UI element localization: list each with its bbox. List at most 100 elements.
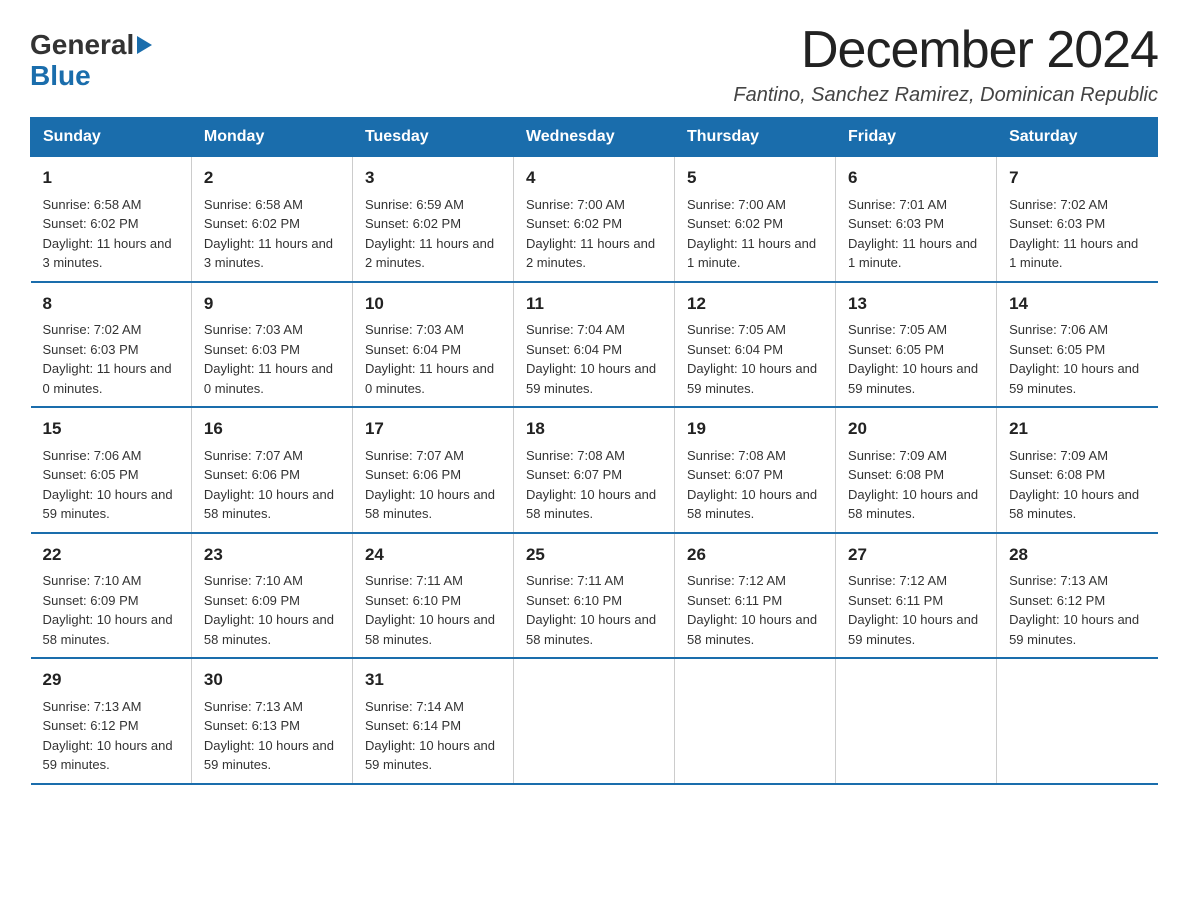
- day-info: Sunrise: 7:06 AMSunset: 6:05 PMDaylight:…: [43, 446, 179, 524]
- calendar-cell: 9 Sunrise: 7:03 AMSunset: 6:03 PMDaylight…: [191, 282, 352, 408]
- header-wednesday: Wednesday: [513, 118, 674, 157]
- calendar-cell: [997, 658, 1158, 784]
- day-info: Sunrise: 6:59 AMSunset: 6:02 PMDaylight:…: [365, 195, 501, 273]
- day-info: Sunrise: 7:03 AMSunset: 6:03 PMDaylight:…: [204, 320, 340, 398]
- day-number: 20: [848, 416, 984, 442]
- calendar-cell: 7 Sunrise: 7:02 AMSunset: 6:03 PMDaylight…: [997, 157, 1158, 282]
- calendar-cell: 30Sunrise: 7:13 AMSunset: 6:13 PMDayligh…: [191, 658, 352, 784]
- day-number: 7: [1009, 165, 1145, 191]
- location-subtitle: Fantino, Sanchez Ramirez, Dominican Repu…: [733, 84, 1158, 107]
- calendar-body: 1 Sunrise: 6:58 AMSunset: 6:02 PMDaylight…: [31, 157, 1158, 784]
- calendar-cell: 27 Sunrise: 7:12 AMSunset: 6:11 PMDayligh…: [836, 533, 997, 659]
- day-info: Sunrise: 7:10 AMSunset: 6:09 PMDaylight:…: [43, 571, 179, 649]
- calendar-cell: 2 Sunrise: 6:58 AMSunset: 6:02 PMDaylight…: [191, 157, 352, 282]
- header-monday: Monday: [191, 118, 352, 157]
- day-info: Sunrise: 7:12 AMSunset: 6:11 PMDaylight:…: [687, 571, 823, 649]
- day-number: 14: [1009, 291, 1145, 317]
- day-number: 9: [204, 291, 340, 317]
- calendar-cell: 20 Sunrise: 7:09 AMSunset: 6:08 PMDayligh…: [836, 407, 997, 533]
- calendar-cell: 14 Sunrise: 7:06 AMSunset: 6:05 PMDayligh…: [997, 282, 1158, 408]
- day-number: 27: [848, 542, 984, 568]
- day-info: Sunrise: 7:12 AMSunset: 6:11 PMDaylight:…: [848, 571, 984, 649]
- calendar-cell: 3 Sunrise: 6:59 AMSunset: 6:02 PMDaylight…: [352, 157, 513, 282]
- week-row-3: 15 Sunrise: 7:06 AMSunset: 6:05 PMDayligh…: [31, 407, 1158, 533]
- week-row-1: 1 Sunrise: 6:58 AMSunset: 6:02 PMDaylight…: [31, 157, 1158, 282]
- day-number: 3: [365, 165, 501, 191]
- calendar-cell: 31Sunrise: 7:14 AMSunset: 6:14 PMDayligh…: [352, 658, 513, 784]
- day-info: Sunrise: 7:07 AMSunset: 6:06 PMDaylight:…: [204, 446, 340, 524]
- calendar-cell: 10 Sunrise: 7:03 AMSunset: 6:04 PMDayligh…: [352, 282, 513, 408]
- calendar-cell: 17 Sunrise: 7:07 AMSunset: 6:06 PMDayligh…: [352, 407, 513, 533]
- calendar-cell: 12 Sunrise: 7:05 AMSunset: 6:04 PMDayligh…: [675, 282, 836, 408]
- week-row-4: 22 Sunrise: 7:10 AMSunset: 6:09 PMDayligh…: [31, 533, 1158, 659]
- day-info: Sunrise: 7:11 AMSunset: 6:10 PMDaylight:…: [365, 571, 501, 649]
- calendar-cell: 26Sunrise: 7:12 AMSunset: 6:11 PMDayligh…: [675, 533, 836, 659]
- week-row-2: 8Sunrise: 7:02 AMSunset: 6:03 PMDaylight…: [31, 282, 1158, 408]
- header-tuesday: Tuesday: [352, 118, 513, 157]
- calendar-cell: 24Sunrise: 7:11 AMSunset: 6:10 PMDayligh…: [352, 533, 513, 659]
- header-saturday: Saturday: [997, 118, 1158, 157]
- day-number: 6: [848, 165, 984, 191]
- day-number: 31: [365, 667, 501, 693]
- page-header: General Blue December 2024 Fantino, Sanc…: [30, 20, 1158, 107]
- calendar-cell: 15 Sunrise: 7:06 AMSunset: 6:05 PMDayligh…: [31, 407, 192, 533]
- header-row: Sunday Monday Tuesday Wednesday Thursday…: [31, 118, 1158, 157]
- day-info: Sunrise: 7:07 AMSunset: 6:06 PMDaylight:…: [365, 446, 501, 524]
- day-info: Sunrise: 7:05 AMSunset: 6:05 PMDaylight:…: [848, 320, 984, 398]
- day-number: 12: [687, 291, 823, 317]
- day-number: 19: [687, 416, 823, 442]
- calendar-cell: 18Sunrise: 7:08 AMSunset: 6:07 PMDayligh…: [513, 407, 674, 533]
- day-number: 23: [204, 542, 340, 568]
- day-number: 30: [204, 667, 340, 693]
- day-number: 17: [365, 416, 501, 442]
- calendar-cell: [513, 658, 674, 784]
- day-number: 4: [526, 165, 662, 191]
- day-number: 16: [204, 416, 340, 442]
- day-info: Sunrise: 7:03 AMSunset: 6:04 PMDaylight:…: [365, 320, 501, 398]
- calendar-cell: 13 Sunrise: 7:05 AMSunset: 6:05 PMDayligh…: [836, 282, 997, 408]
- calendar-cell: 22 Sunrise: 7:10 AMSunset: 6:09 PMDayligh…: [31, 533, 192, 659]
- day-info: Sunrise: 7:13 AMSunset: 6:12 PMDaylight:…: [43, 697, 179, 775]
- day-number: 2: [204, 165, 340, 191]
- day-info: Sunrise: 7:09 AMSunset: 6:08 PMDaylight:…: [1009, 446, 1145, 524]
- day-number: 29: [43, 667, 179, 693]
- day-info: Sunrise: 7:06 AMSunset: 6:05 PMDaylight:…: [1009, 320, 1145, 398]
- day-number: 10: [365, 291, 501, 317]
- day-number: 28: [1009, 542, 1145, 568]
- day-number: 25: [526, 542, 662, 568]
- week-row-5: 29 Sunrise: 7:13 AMSunset: 6:12 PMDayligh…: [31, 658, 1158, 784]
- header-sunday: Sunday: [31, 118, 192, 157]
- month-title: December 2024: [733, 20, 1158, 80]
- calendar-cell: 25 Sunrise: 7:11 AMSunset: 6:10 PMDayligh…: [513, 533, 674, 659]
- title-section: December 2024 Fantino, Sanchez Ramirez, …: [733, 20, 1158, 107]
- day-number: 18: [526, 416, 662, 442]
- day-info: Sunrise: 7:01 AMSunset: 6:03 PMDaylight:…: [848, 195, 984, 273]
- day-number: 15: [43, 416, 179, 442]
- day-info: Sunrise: 7:10 AMSunset: 6:09 PMDaylight:…: [204, 571, 340, 649]
- calendar-cell: 28Sunrise: 7:13 AMSunset: 6:12 PMDayligh…: [997, 533, 1158, 659]
- calendar-cell: 23 Sunrise: 7:10 AMSunset: 6:09 PMDayligh…: [191, 533, 352, 659]
- calendar-header: Sunday Monday Tuesday Wednesday Thursday…: [31, 118, 1158, 157]
- day-info: Sunrise: 7:02 AMSunset: 6:03 PMDaylight:…: [1009, 195, 1145, 273]
- day-number: 13: [848, 291, 984, 317]
- day-info: Sunrise: 7:04 AMSunset: 6:04 PMDaylight:…: [526, 320, 662, 398]
- calendar-table: Sunday Monday Tuesday Wednesday Thursday…: [30, 117, 1158, 785]
- logo-general-text: General: [30, 30, 134, 61]
- day-info: Sunrise: 7:09 AMSunset: 6:08 PMDaylight:…: [848, 446, 984, 524]
- day-info: Sunrise: 7:00 AMSunset: 6:02 PMDaylight:…: [687, 195, 823, 273]
- day-number: 1: [43, 165, 179, 191]
- calendar-cell: 1Sunrise: 6:58 AMSunset: 6:02 PMDaylight…: [31, 157, 192, 282]
- calendar-cell: 5Sunrise: 7:00 AMSunset: 6:02 PMDaylight…: [675, 157, 836, 282]
- day-info: Sunrise: 7:05 AMSunset: 6:04 PMDaylight:…: [687, 320, 823, 398]
- calendar-cell: 19 Sunrise: 7:08 AMSunset: 6:07 PMDayligh…: [675, 407, 836, 533]
- day-info: Sunrise: 6:58 AMSunset: 6:02 PMDaylight:…: [204, 195, 340, 273]
- calendar-cell: 16 Sunrise: 7:07 AMSunset: 6:06 PMDayligh…: [191, 407, 352, 533]
- calendar-cell: 8Sunrise: 7:02 AMSunset: 6:03 PMDaylight…: [31, 282, 192, 408]
- day-info: Sunrise: 7:08 AMSunset: 6:07 PMDaylight:…: [687, 446, 823, 524]
- calendar-cell: 29 Sunrise: 7:13 AMSunset: 6:12 PMDayligh…: [31, 658, 192, 784]
- day-info: Sunrise: 7:00 AMSunset: 6:02 PMDaylight:…: [526, 195, 662, 273]
- day-number: 22: [43, 542, 179, 568]
- logo-arrow-icon: [137, 36, 152, 54]
- day-info: Sunrise: 7:11 AMSunset: 6:10 PMDaylight:…: [526, 571, 662, 649]
- logo-blue-text: Blue: [30, 61, 91, 92]
